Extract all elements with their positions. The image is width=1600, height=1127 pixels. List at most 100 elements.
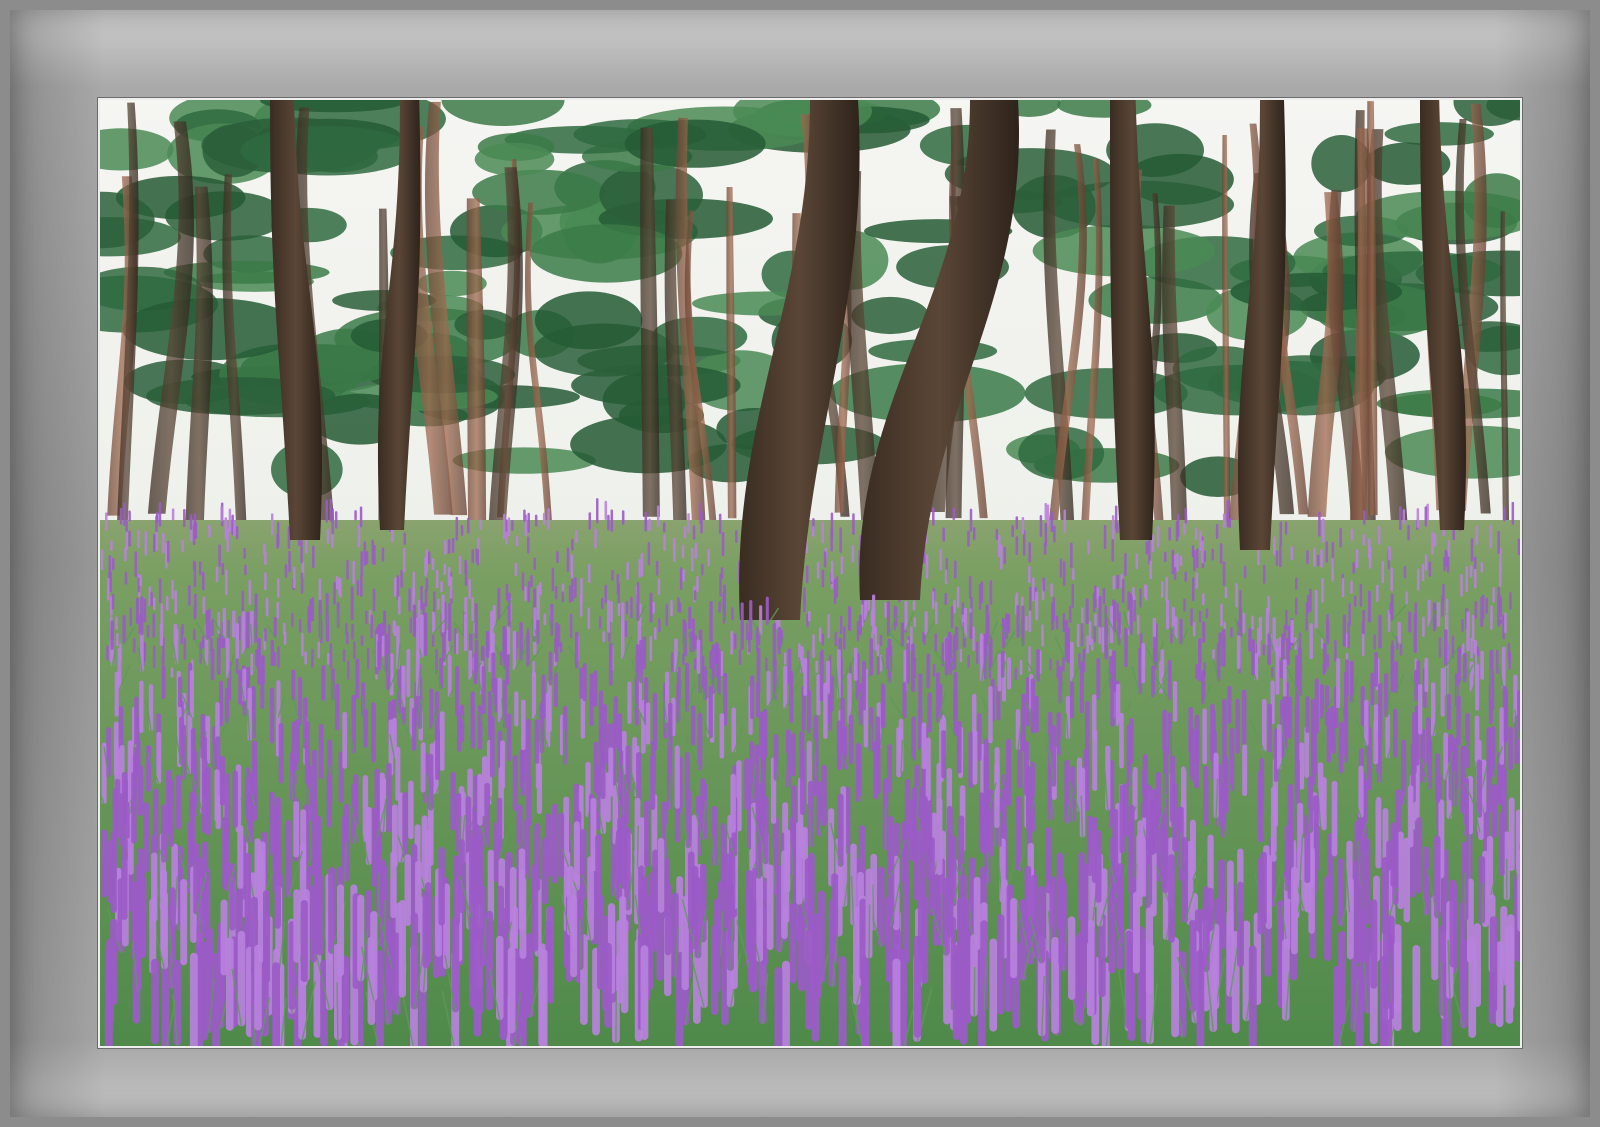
flower-spike (116, 632, 119, 647)
flower-spike (542, 512, 546, 526)
flower-spike (151, 958, 159, 1045)
flower-spike (1202, 708, 1207, 765)
flower-spike (1090, 638, 1094, 651)
flower-spike (1418, 683, 1423, 735)
flower-spike (606, 600, 611, 633)
flower-spike (1350, 580, 1353, 594)
flower-spike (828, 898, 836, 988)
flower-spike (670, 652, 674, 673)
flower-spike (125, 520, 128, 532)
flower-spike (248, 579, 252, 605)
flower-spike (1189, 819, 1196, 880)
flower-spike (219, 755, 225, 806)
flower-spike (1323, 642, 1327, 673)
flower-spike (1046, 504, 1050, 526)
flower-spike (1149, 560, 1152, 580)
flower-spike (587, 607, 591, 630)
flower-spike (556, 551, 559, 564)
flower-spike (1318, 511, 1321, 537)
flower-spike (1230, 627, 1233, 638)
flower-spike (108, 555, 112, 576)
flower-spike (649, 592, 653, 623)
leaf-blade (1463, 873, 1467, 921)
flower-spike (917, 884, 925, 962)
flower-spike (1402, 509, 1406, 525)
flower-spike (264, 628, 267, 642)
flower-spike (514, 562, 518, 577)
flower-spike (180, 878, 188, 966)
flower-spike (674, 745, 680, 809)
flower-spike (329, 643, 333, 669)
flower-spike (1190, 608, 1193, 627)
flower-spike (381, 547, 385, 562)
flower-spike (830, 528, 833, 552)
flower-spike (474, 639, 479, 673)
flower-spike (1474, 601, 1478, 619)
flower-spike (1011, 525, 1014, 538)
flower-spike (806, 689, 812, 734)
leaf-blade (1169, 729, 1172, 756)
flower-spike (395, 746, 401, 801)
flower-spike (665, 604, 669, 627)
flower-spike (123, 502, 126, 527)
leaf-blade (563, 729, 566, 765)
flower-spike (604, 500, 608, 521)
flower-spike (1498, 564, 1502, 587)
flower-spike (607, 514, 610, 531)
flower-spike (174, 590, 177, 615)
flower-spike (876, 644, 880, 657)
flower-spike (838, 956, 847, 1046)
flower-spike (587, 563, 591, 583)
flower-spike (143, 802, 149, 873)
flower-spike (1320, 683, 1325, 719)
flower-spike (594, 528, 597, 549)
flower-spike (1202, 593, 1205, 606)
flower-spike (621, 620, 625, 660)
flower-spike (1183, 598, 1186, 612)
flower-spike (363, 541, 367, 566)
flower-spike (1469, 565, 1473, 578)
flower-spike (655, 560, 659, 576)
flower-spike (1149, 799, 1156, 855)
flower-spike (408, 780, 414, 840)
leaf-blade (973, 967, 976, 1017)
flower-spike (455, 516, 459, 541)
flower-spike (146, 624, 150, 638)
flower-spike (1237, 881, 1244, 968)
flower-spike (604, 942, 612, 1029)
flower-spike (1393, 941, 1402, 1032)
flower-spike (100, 549, 104, 571)
flower-spike (1051, 936, 1059, 1034)
flower-spike (1364, 699, 1369, 746)
flower-spike (1489, 916, 1498, 1013)
flower-spike (956, 586, 960, 608)
flower-spike (1059, 558, 1063, 578)
flower-spike (1331, 780, 1338, 857)
flower-spike (424, 588, 428, 608)
flower-spike (946, 857, 954, 938)
flower-spike (428, 753, 434, 811)
flower-spike (678, 602, 682, 613)
flower-spike (365, 610, 368, 625)
flower-spike (718, 513, 722, 535)
flower-spike (1162, 709, 1167, 752)
flower-spike (1183, 522, 1186, 536)
flower-spike (512, 754, 518, 811)
flower-spike (959, 648, 963, 663)
flower-spike (617, 603, 621, 616)
flower-spike (158, 502, 162, 527)
flower-spike (783, 665, 788, 709)
flower-spike (144, 531, 148, 556)
flower-spike (377, 640, 381, 671)
flower-spike (1334, 639, 1337, 662)
flower-spike (720, 650, 723, 677)
flower-spike (420, 585, 423, 610)
flower-spike (194, 522, 198, 539)
flower-spike (1428, 561, 1432, 577)
flower-spike (235, 623, 239, 659)
flower-spike (342, 711, 347, 769)
flower-spike (215, 566, 219, 583)
flower-spike (1495, 649, 1499, 674)
flower-spike (235, 526, 239, 540)
flower-spike (420, 742, 426, 793)
